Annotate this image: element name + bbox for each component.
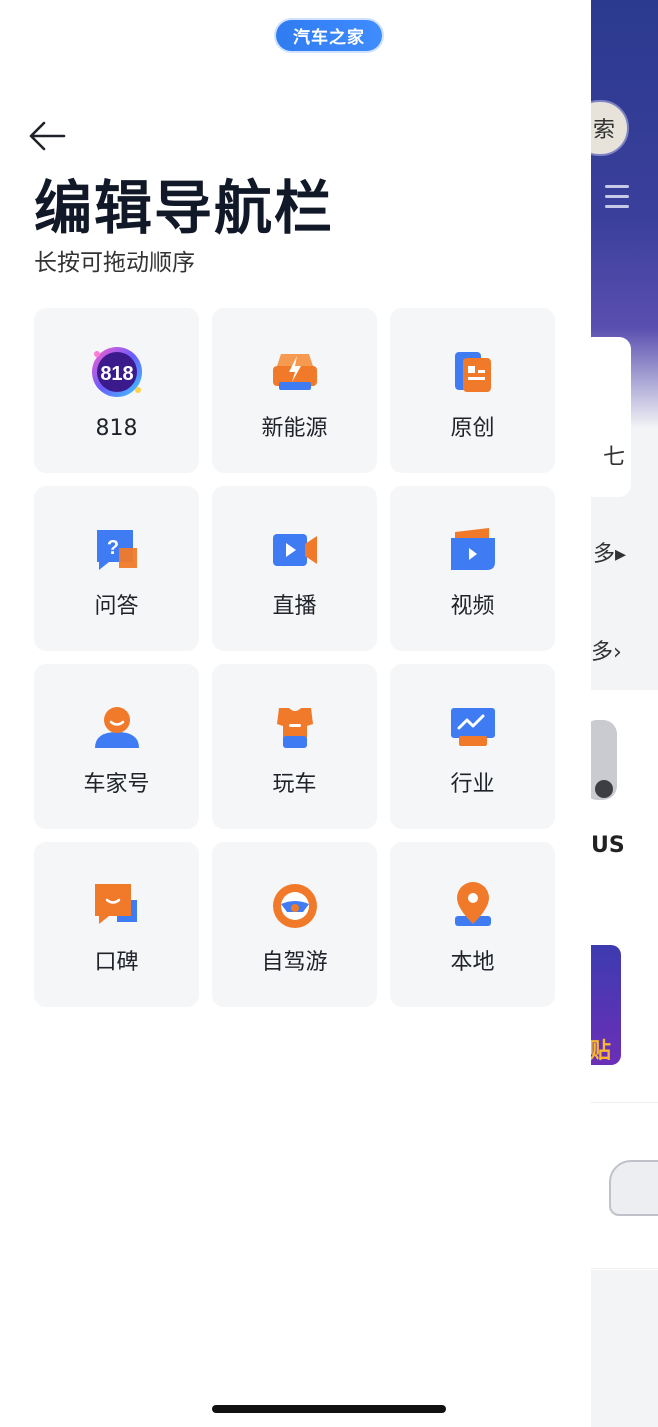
nav-item-label: 问答 — [94, 594, 139, 619]
page-title: 编辑导航栏 — [34, 174, 335, 242]
nav-item-label: 818 — [95, 416, 138, 441]
back-button[interactable] — [28, 118, 68, 154]
nav-item-road-trip[interactable]: 自驾游 — [212, 842, 377, 1007]
nav-item-live[interactable]: 直播 — [212, 486, 377, 651]
person-icon — [94, 707, 139, 748]
background-more-link-2: 多› — [591, 640, 622, 665]
nav-item-label: 视频 — [450, 594, 495, 619]
nav-item-label: 原创 — [450, 416, 495, 441]
question-bubble-icon: ? — [96, 530, 137, 570]
background-model-text: US — [591, 833, 625, 858]
background-car-image-2 — [609, 1160, 658, 1216]
comment-bubble-icon — [94, 884, 137, 924]
background-card: 七 — [591, 337, 631, 497]
nav-item-label: 直播 — [272, 594, 317, 619]
nav-item-label: 口碑 — [94, 950, 139, 975]
nav-item-original[interactable]: 原创 — [390, 308, 555, 473]
nav-item-local[interactable]: 本地 — [390, 842, 555, 1007]
steering-wheel-icon — [272, 884, 317, 928]
nav-item-new-energy[interactable]: 新能源 — [212, 308, 377, 473]
home-indicator[interactable] — [212, 1405, 446, 1413]
background-app: 索 七 多▸ 多› US 贴 — [591, 0, 658, 1427]
nav-item-play-car[interactable]: 玩车 — [212, 664, 377, 829]
nav-item-818[interactable]: 818 818 — [34, 308, 199, 473]
nav-item-label: 新能源 — [261, 416, 328, 441]
background-promo-banner: 贴 — [591, 945, 621, 1065]
background-car-image — [591, 720, 617, 800]
nav-item-chejiahao[interactable]: 车家号 — [34, 664, 199, 829]
nav-grid: 818 818 新能源 原创 ? 问答 直播 视频 车家号 玩车 行业 口碑 自… — [34, 308, 555, 1007]
nav-item-qa[interactable]: ? 问答 — [34, 486, 199, 651]
nav-item-label: 本地 — [450, 950, 495, 975]
nav-item-industry[interactable]: 行业 — [390, 664, 555, 829]
brand-badge: 汽车之家 — [276, 20, 382, 51]
live-camera-icon — [272, 534, 317, 566]
nav-item-reputation[interactable]: 口碑 — [34, 842, 199, 1007]
svg-text:818: 818 — [100, 363, 133, 385]
menu-icon — [605, 185, 629, 215]
location-pin-icon — [454, 882, 491, 926]
document-icon — [454, 352, 491, 392]
nav-item-label: 车家号 — [83, 772, 150, 797]
back-arrow-icon — [29, 121, 66, 151]
background-more-link: 多▸ — [593, 542, 627, 567]
background-divider-2 — [591, 1268, 658, 1269]
nav-item-label: 自驾游 — [261, 950, 328, 975]
ev-charge-icon — [272, 354, 317, 390]
nav-item-label: 玩车 — [272, 772, 317, 797]
chart-trend-icon — [450, 708, 495, 746]
nav-item-video[interactable]: 视频 — [390, 486, 555, 651]
background-search-button: 索 — [591, 100, 629, 156]
badge-818-icon: 818 — [91, 347, 142, 397]
video-play-icon — [450, 528, 495, 570]
svg-text:?: ? — [106, 537, 118, 559]
edit-nav-panel: 汽车之家 编辑导航栏 长按可拖动顺序 818 818 新能源 原创 ? 问答 直… — [0, 0, 591, 1427]
tshirt-icon — [276, 708, 313, 748]
page-subtitle: 长按可拖动顺序 — [34, 250, 195, 276]
background-divider — [591, 1102, 658, 1103]
nav-item-label: 行业 — [450, 772, 495, 797]
